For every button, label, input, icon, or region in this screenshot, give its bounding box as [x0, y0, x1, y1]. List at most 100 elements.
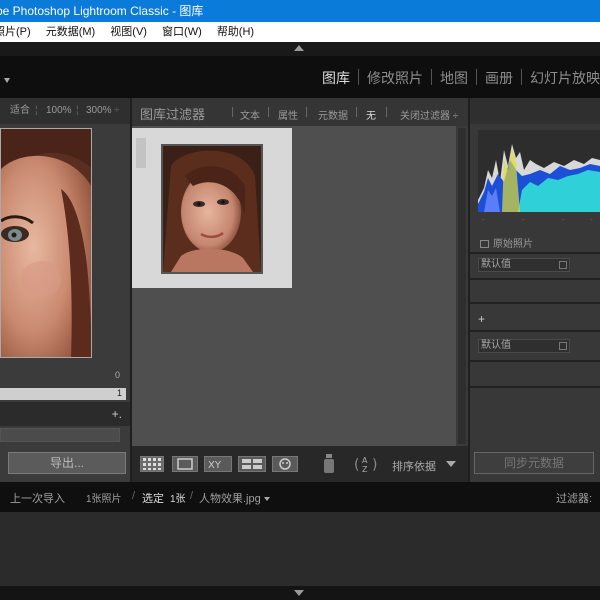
sync-metadata-button[interactable]: 同步元数据	[474, 452, 594, 474]
filename-text: 人物效果.jpg	[199, 493, 261, 505]
module-library[interactable]: 图库	[322, 68, 350, 88]
filter-metadata[interactable]: 元数据	[318, 107, 348, 122]
module-map[interactable]: 地图	[440, 68, 468, 88]
select-stepper-icon	[559, 261, 567, 269]
collapse-bottom-icon[interactable]	[294, 590, 304, 596]
library-toolbar: XY (A Z) 排序依据	[132, 446, 468, 482]
navigator-sep-1: ¦	[35, 105, 38, 116]
module-separator	[358, 69, 359, 85]
preset-select-value: 默认值	[481, 259, 511, 270]
filmstrip[interactable]	[0, 512, 600, 586]
sort-direction-icon[interactable]: (A Z)	[354, 454, 388, 477]
quick-develop-preset-select[interactable]: 默认值	[478, 258, 570, 272]
svg-text:A: A	[362, 456, 368, 465]
panel-divider	[470, 330, 600, 332]
grid-scrollbar-track[interactable]	[458, 128, 466, 444]
grid-view-icon[interactable]	[140, 456, 164, 472]
filter-separator	[356, 107, 357, 117]
photo-thumbnail[interactable]	[161, 144, 263, 274]
collections-header: +.	[0, 402, 130, 426]
filter-separator	[232, 107, 233, 117]
selected-prefix: 选定	[142, 493, 164, 505]
filter-label[interactable]: 过滤器:	[556, 490, 592, 506]
selected-filename[interactable]: 人物效果.jpg	[199, 490, 270, 506]
filmstrip-separator: /	[132, 490, 136, 502]
add-keyword-button[interactable]: +	[478, 312, 485, 326]
module-separator	[476, 69, 477, 85]
histogram-ticks: - - - -	[482, 215, 593, 224]
panel-divider	[470, 302, 600, 304]
add-collection-button[interactable]: +.	[112, 407, 122, 421]
metadata-preset-select[interactable]: 默认值	[478, 339, 570, 353]
catalog-row-selected-count[interactable]: 1	[0, 388, 126, 400]
panel-divider	[470, 360, 600, 362]
navigator-sep-2: ¦	[76, 105, 79, 116]
histogram-header	[470, 98, 600, 124]
panel-divider	[470, 252, 600, 254]
menu-help[interactable]: 帮助(H)	[217, 22, 254, 42]
module-slideshow[interactable]: 幻灯片放映	[530, 68, 600, 88]
bottom-panel-toggle-strip[interactable]	[0, 586, 600, 600]
navigator-zoom-300[interactable]: 300%	[86, 98, 112, 124]
metadata-select-value: 默认值	[481, 340, 511, 351]
module-separator	[431, 69, 432, 85]
navigator-fit[interactable]: 适合	[10, 98, 30, 124]
grid-cell-index-badge	[136, 138, 146, 168]
grid-scrollbar[interactable]	[456, 126, 468, 446]
portrait-thumbnail-image	[163, 146, 261, 272]
top-panel-toggle-strip[interactable]	[0, 42, 600, 56]
export-button[interactable]: 导出...	[8, 452, 126, 474]
filmstrip-header: 上一次导入 1张照片 / 选定 1张 / 人物效果.jpg 过滤器:	[0, 482, 600, 512]
loupe-view-icon[interactable]	[172, 456, 198, 472]
navigator-zoom-dropdown-icon[interactable]: ÷	[114, 98, 120, 124]
filmstrip-separator: /	[190, 490, 194, 502]
panel-divider	[470, 386, 600, 388]
identity-plate-dropdown-icon[interactable]	[4, 78, 10, 83]
original-photo-toggle[interactable]: 原始照片	[480, 235, 533, 250]
module-book[interactable]: 画册	[485, 68, 513, 88]
library-filter-bar: 图库过滤器 文本 属性 元数据 无 关闭过滤器 ÷	[132, 98, 468, 126]
filter-close-dropdown[interactable]: 关闭过滤器 ÷	[400, 107, 458, 122]
filter-separator	[268, 107, 269, 117]
painter-spray-icon[interactable]	[322, 454, 336, 477]
original-photo-checkbox[interactable]	[480, 240, 489, 248]
module-list: 图库 修改照片 地图 画册 幻灯片放映	[322, 68, 600, 88]
module-develop[interactable]: 修改照片	[367, 68, 423, 88]
grid-view[interactable]	[132, 126, 456, 446]
module-picker: 图库 修改照片 地图 画册 幻灯片放映	[0, 56, 600, 98]
navigator-zoom-100[interactable]: 100%	[46, 98, 72, 124]
window-title: be Photoshop Lightroom Classic - 图库	[0, 4, 204, 18]
navigator-header: 适合 ¦ 100% ¦ 300% ÷	[0, 98, 130, 124]
histogram[interactable]	[478, 130, 600, 212]
filter-text[interactable]: 文本	[240, 107, 260, 122]
library-filter-title: 图库过滤器	[140, 107, 206, 122]
catalog-row-count[interactable]: 0	[0, 370, 124, 382]
menu-view[interactable]: 视图(V)	[110, 22, 147, 42]
compare-view-icon[interactable]: XY	[204, 456, 232, 472]
left-panel: 适合 ¦ 100% ¦ 300% ÷ 0 1 +. 导出...	[0, 98, 130, 482]
svg-text:Z: Z	[362, 465, 368, 474]
menu-bar: 照片(P) 元数据(M) 视图(V) 窗口(W) 帮助(H)	[0, 22, 600, 42]
filter-attribute[interactable]: 属性	[278, 107, 298, 122]
navigator-preview-image[interactable]	[0, 128, 92, 358]
face-closeup-image	[1, 129, 91, 357]
collapse-top-icon[interactable]	[294, 45, 304, 51]
selected-count: 1张	[170, 494, 186, 505]
svg-text:): )	[372, 457, 377, 473]
menu-photo[interactable]: 照片(P)	[0, 22, 31, 42]
menu-window[interactable]: 窗口(W)	[162, 22, 202, 42]
menu-metadata[interactable]: 元数据(M)	[46, 22, 96, 42]
select-stepper-icon	[559, 342, 567, 350]
filter-separator	[306, 107, 307, 117]
sort-by-label[interactable]: 排序依据	[392, 458, 436, 474]
filename-dropdown-icon[interactable]	[263, 497, 270, 501]
people-view-icon[interactable]	[272, 456, 298, 472]
previous-import-source[interactable]: 上一次导入	[10, 490, 65, 506]
module-separator	[521, 69, 522, 85]
toolbar-options-dropdown-icon[interactable]	[446, 461, 456, 467]
left-panel-scrollbar[interactable]	[0, 428, 120, 442]
original-photo-label: 原始照片	[493, 239, 533, 250]
filter-none[interactable]: 无	[366, 107, 376, 122]
grid-cell-selected[interactable]	[132, 128, 292, 288]
survey-view-icon[interactable]	[238, 456, 266, 472]
